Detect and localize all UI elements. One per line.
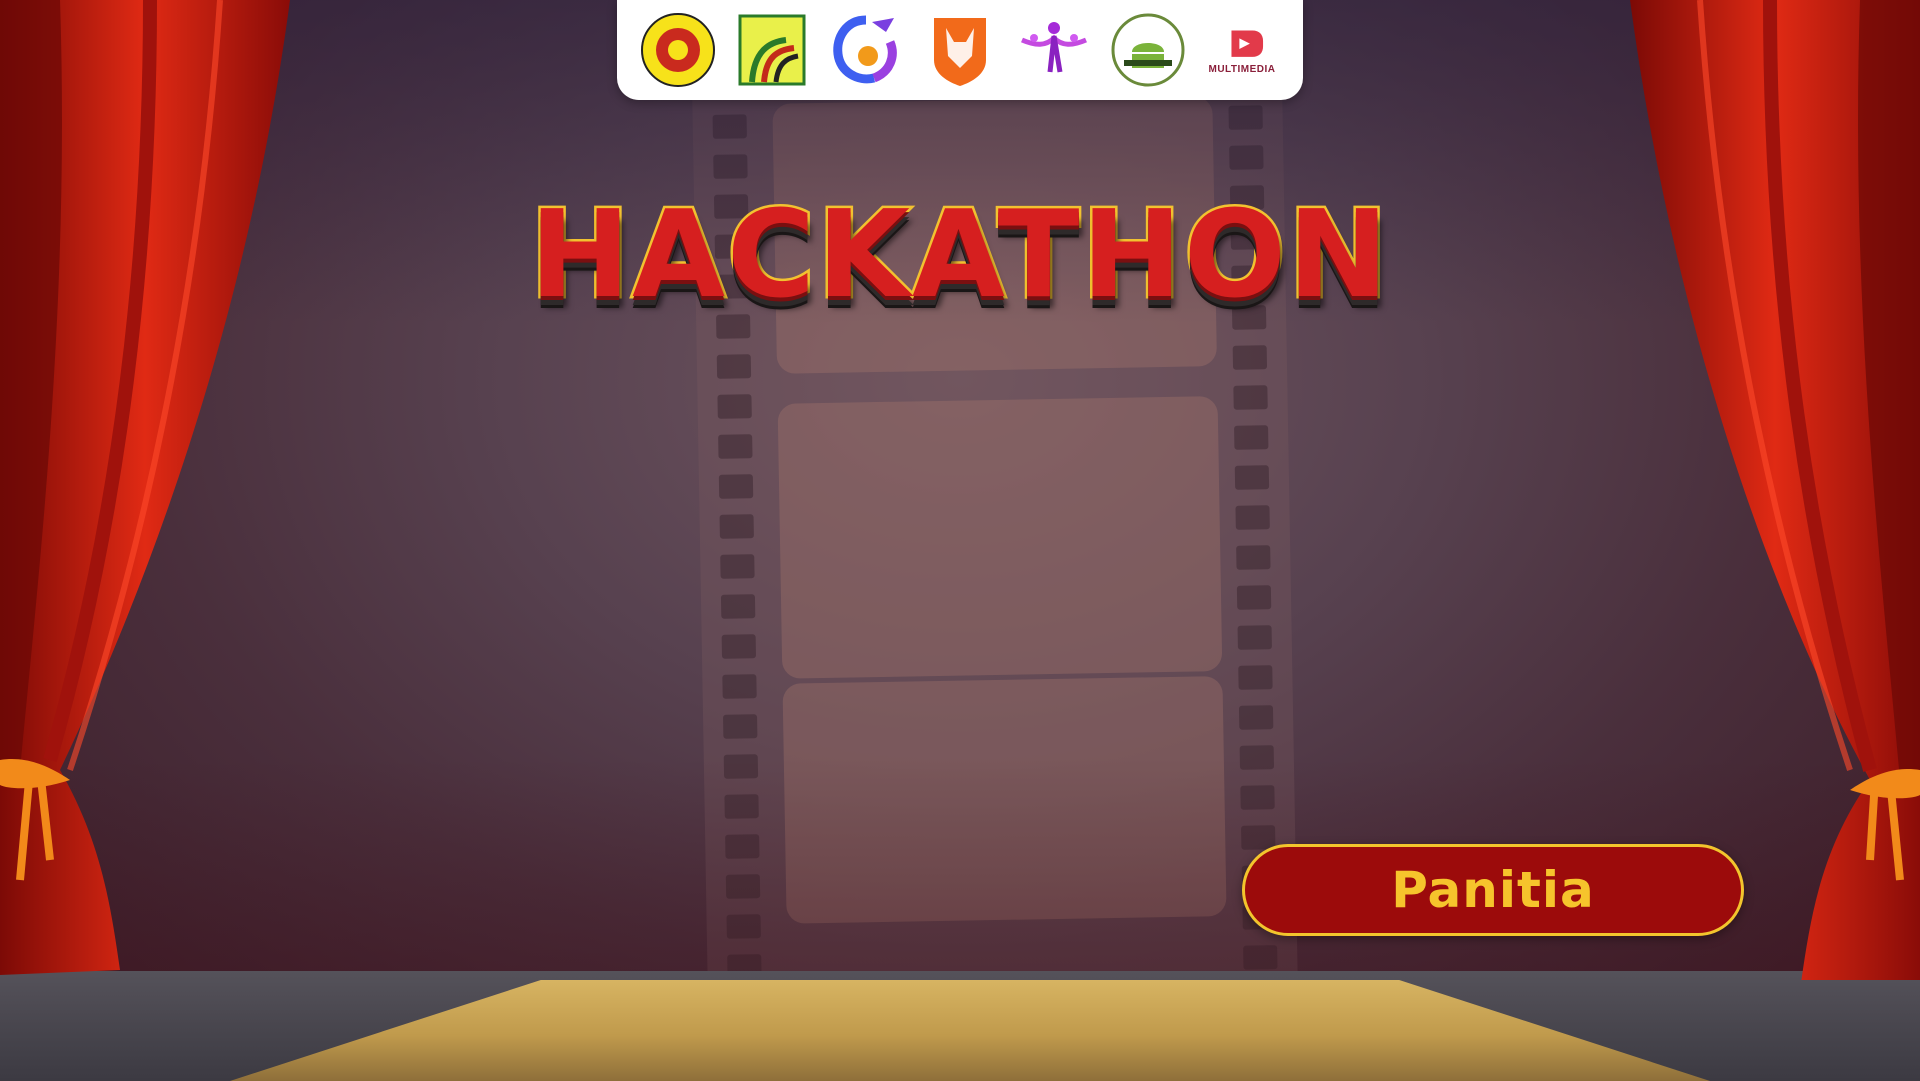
title-text: HACKATHON: [527, 183, 1391, 327]
dancers-logo: [1016, 12, 1092, 88]
sponsor-logo-bar: MULTIMEDIA: [617, 0, 1303, 100]
swirl-community-logo: [828, 12, 904, 88]
hackathon-title: HACKATHON: [527, 150, 1391, 360]
panitia-button[interactable]: Panitia: [1242, 844, 1744, 936]
android-community-logo: [1110, 12, 1186, 88]
university-crest-logo: [640, 12, 716, 88]
left-curtain: [0, 0, 300, 980]
right-curtain: [1620, 0, 1920, 995]
multimedia-logo-text: MULTIMEDIA: [1208, 63, 1276, 75]
fox-shield-logo: [922, 12, 998, 88]
fik-faculty-logo: [734, 12, 810, 88]
panitia-button-label: Panitia: [1391, 861, 1595, 919]
multimedia-logo: MULTIMEDIA: [1204, 12, 1280, 88]
